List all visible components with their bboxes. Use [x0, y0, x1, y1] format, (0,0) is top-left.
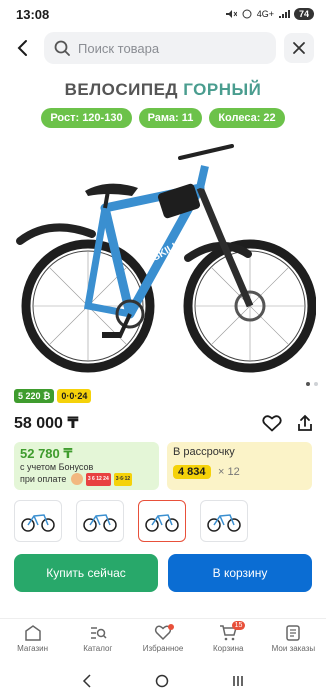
search-input[interactable]	[78, 40, 266, 56]
alarm-icon	[242, 9, 252, 19]
system-back-icon[interactable]	[81, 673, 93, 688]
pagination-dot-active	[306, 382, 310, 386]
gallery-pagination	[306, 382, 318, 386]
spec-pill-frame: Рама: 11	[138, 108, 203, 128]
installment-badge: 0·0·24	[57, 389, 92, 403]
tab-label-shop: Магазин	[17, 644, 49, 653]
product-price: 58 000 ₸	[14, 415, 79, 432]
installment-yellow-icon: 3·6·12	[113, 473, 133, 486]
add-to-cart-button[interactable]: В корзину	[168, 554, 312, 592]
share-icon[interactable]	[296, 414, 314, 432]
cart-count-badge: 15	[231, 621, 246, 630]
tab-orders[interactable]: Мои заказы	[261, 619, 326, 658]
system-home-icon[interactable]	[155, 674, 169, 688]
installment-title: В рассрочку	[173, 446, 235, 458]
catalog-search-icon	[90, 627, 107, 639]
thumbnail-2[interactable]	[76, 500, 124, 542]
system-nav-bar	[0, 662, 326, 699]
hero-title-part1: ВЕЛОСИПЕД	[64, 80, 179, 99]
bicycle-thumbnail-icon	[145, 514, 179, 532]
offer-cards: 52 780 ₸ с учетом Бонусов при оплате 3 6…	[0, 436, 326, 490]
bonus-line2: при оплате	[20, 473, 67, 484]
installment-red-icon: 3 6 12 24	[85, 473, 111, 486]
battery-indicator: 74	[293, 8, 314, 20]
chevron-left-icon	[17, 40, 27, 56]
clock: 13:08	[16, 6, 50, 22]
promo-badges: 5 220 ₿ 0·0·24	[0, 386, 326, 406]
price-actions	[262, 414, 314, 432]
price-row: 58 000 ₸	[0, 406, 326, 436]
bonus-points-badge: 5 220 ₿	[14, 389, 55, 403]
spec-pills: Рост: 120-130 Рама: 11 Колеса: 22	[0, 108, 326, 128]
favorites-notification-dot	[168, 624, 175, 630]
tab-label-orders: Мои заказы	[271, 644, 316, 653]
payment-icons: 3 6 12 24 3·6·12	[70, 473, 133, 486]
signal-icon	[278, 10, 290, 18]
tab-cart[interactable]: 15 Корзина	[196, 619, 261, 658]
tab-label-favorites: Избранное	[142, 644, 184, 653]
cta-row: Купить сейчас В корзину	[0, 542, 326, 592]
tab-label-cart: Корзина	[212, 644, 244, 653]
close-icon	[293, 42, 305, 54]
orders-icon	[286, 625, 301, 641]
installment-offer-card[interactable]: В рассрочку 4 834 × 12	[167, 442, 312, 490]
mute-icon	[225, 10, 237, 18]
search-icon	[54, 40, 70, 56]
tab-label-catalog: Каталог	[83, 644, 113, 653]
bicycle-image: SKILLMAX	[16, 144, 316, 373]
tab-favorites[interactable]: Избранное	[130, 619, 195, 658]
bicycle-thumbnail-icon	[83, 514, 117, 532]
spec-pill-wheels: Колеса: 22	[209, 108, 285, 128]
thumbnail-1[interactable]	[14, 500, 62, 542]
bicycle-thumbnail-icon	[21, 514, 55, 532]
bonus-price: 52 780 ₸	[20, 446, 73, 461]
card-payment-icon	[70, 473, 83, 485]
system-recents-icon[interactable]	[231, 674, 245, 688]
bonus-line2-row: при оплате 3 6 12 24 3·6·12	[20, 473, 153, 486]
tab-catalog[interactable]: Каталог	[65, 619, 130, 658]
bottom-tab-bar: Магазин Каталог Избранное 15 Корзина Мои…	[0, 618, 326, 658]
thumbnail-strip	[0, 490, 326, 542]
search-header	[0, 28, 326, 66]
product-image-gallery[interactable]: ВЕЛОСИПЕД ГОРНЫЙ Рост: 120-130 Рама: 11 …	[0, 66, 326, 386]
heart-icon[interactable]	[262, 414, 282, 432]
thumbnail-3-active[interactable]	[138, 500, 186, 542]
status-icons: 4G+ 74	[225, 8, 314, 20]
pagination-dot	[314, 382, 318, 386]
tab-shop[interactable]: Магазин	[0, 619, 65, 658]
installment-multiplier: × 12	[217, 466, 240, 478]
bicycle-thumbnail-icon	[207, 514, 241, 532]
bonus-line1: с учетом Бонусов	[20, 462, 94, 472]
thumbnail-4[interactable]	[200, 500, 248, 542]
network-label: 4G+	[256, 9, 274, 19]
bonus-offer-card[interactable]: 52 780 ₸ с учетом Бонусов при оплате 3 6…	[14, 442, 159, 490]
back-button[interactable]	[10, 33, 36, 63]
search-bar[interactable]	[44, 32, 276, 64]
installment-amount: 4 834	[173, 465, 211, 479]
shop-icon	[24, 625, 41, 641]
close-button[interactable]	[284, 33, 314, 63]
status-bar: 13:08 4G+ 74	[0, 0, 326, 28]
buy-now-button[interactable]: Купить сейчас	[14, 554, 158, 592]
hero-title-part2: ГОРНЫЙ	[183, 80, 262, 99]
hero-title: ВЕЛОСИПЕД ГОРНЫЙ	[0, 80, 326, 100]
spec-pill-height: Рост: 120-130	[41, 108, 132, 128]
